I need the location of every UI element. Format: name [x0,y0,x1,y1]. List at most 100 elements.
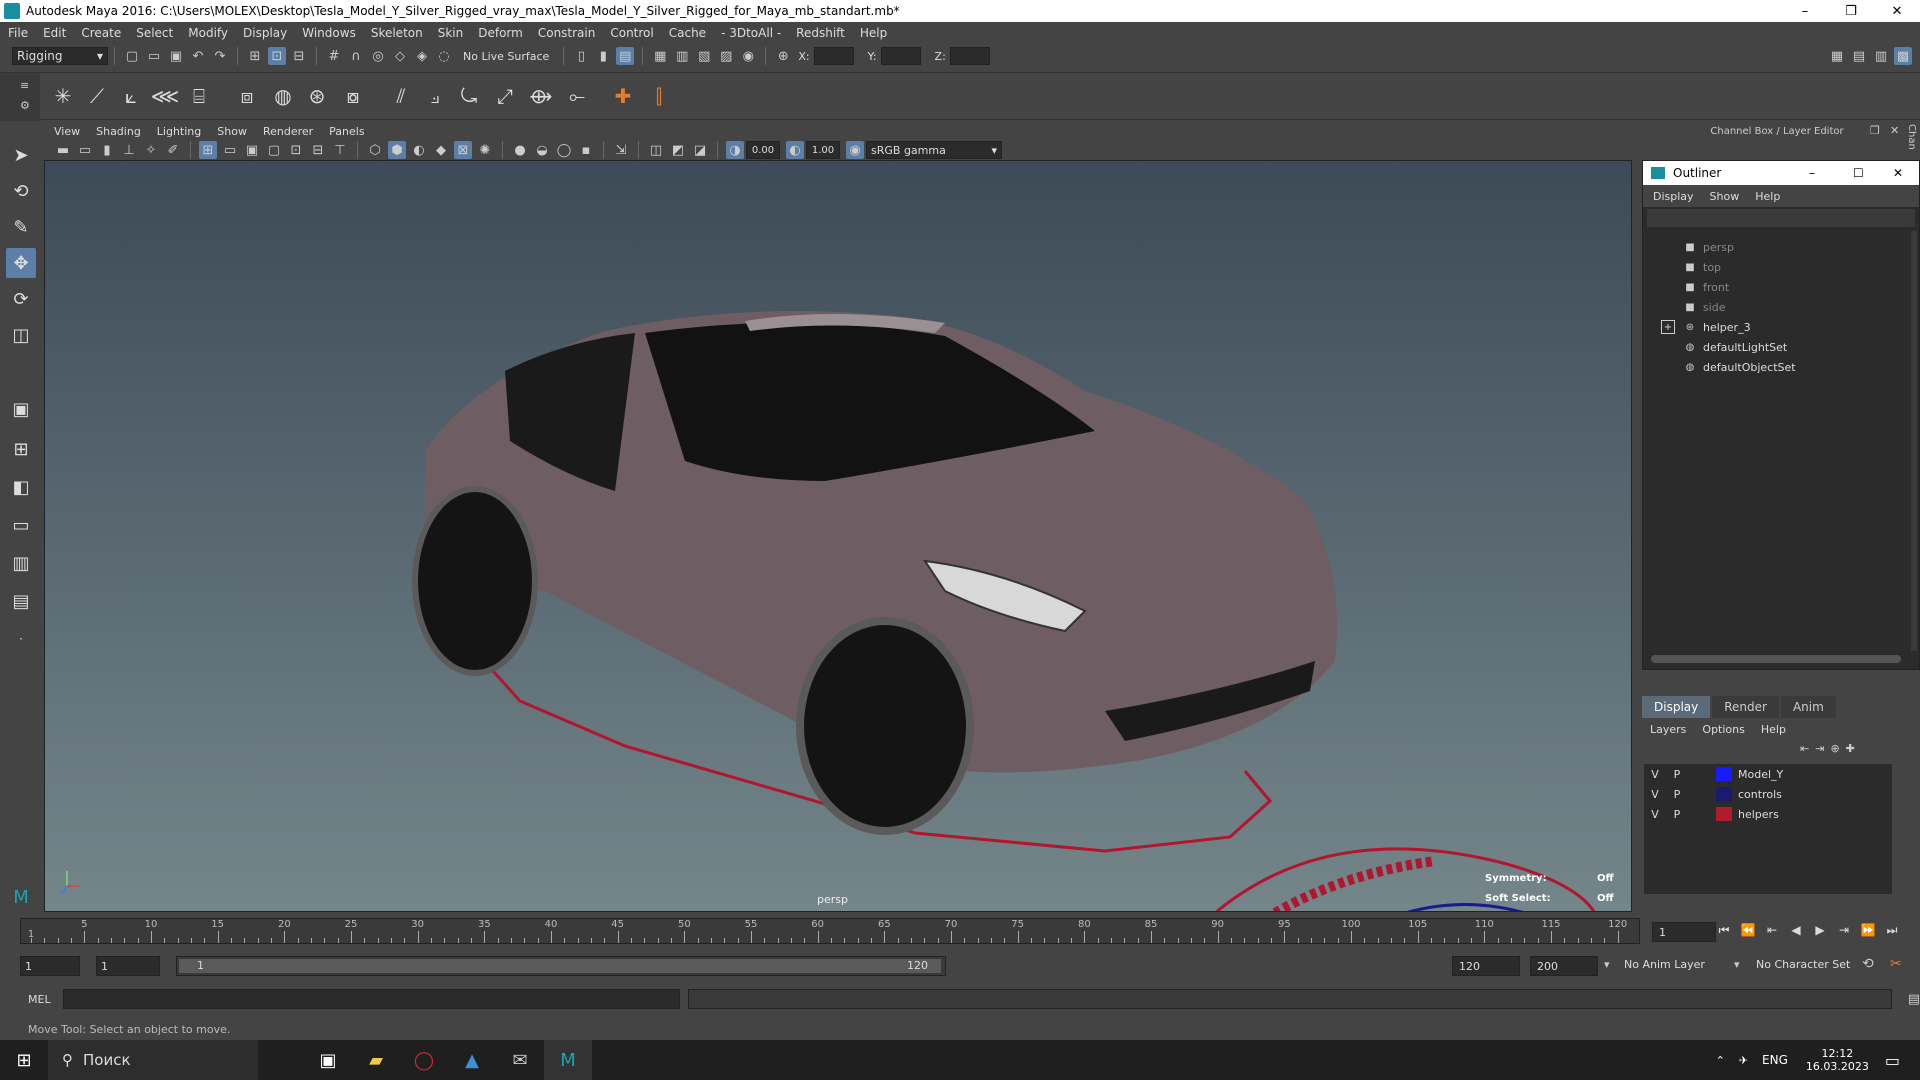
scale-constraint-icon[interactable]: ⤢ [490,81,520,111]
move-layer-up-icon[interactable]: ⇤ [1800,742,1809,755]
pole-vector-icon[interactable]: ⟜ [562,81,592,111]
screen-space-ao-icon[interactable]: ● [511,141,529,159]
outliner-horizontal-scrollbar[interactable] [1651,655,1901,663]
shelf-menu[interactable]: ≡ ⚙ [0,73,40,121]
gamma-field[interactable]: 1.00 [806,141,840,159]
menu-redshift[interactable]: Redshift [796,26,845,40]
outliner-item-helper-3[interactable]: + ⊛ helper_3 [1661,317,1751,337]
menu-help[interactable]: Help [860,26,887,40]
file-explorer-icon[interactable]: ▰ [352,1040,400,1080]
resolution-gate-icon[interactable]: ▣ [243,141,261,159]
go-to-start-icon[interactable]: ⏮ [1714,920,1734,940]
menu-deform[interactable]: Deform [478,26,523,40]
image-plane-icon[interactable]: ⊥ [120,141,138,159]
x-field[interactable] [813,47,854,65]
step-back-frame-icon[interactable]: ⏪ [1738,920,1758,940]
smooth-shade-icon[interactable]: ⬢ [388,141,406,159]
layer-row-model-y[interactable]: V P Model_Y [1644,764,1892,784]
lasso-tool-icon[interactable]: ⟲ [6,176,36,206]
float-panel-icon[interactable]: ❐ [1870,124,1880,137]
menu-edit[interactable]: Edit [43,26,66,40]
smooth-bind-icon[interactable]: ◍ [268,81,298,111]
new-scene-icon[interactable]: ▢ [123,47,141,65]
menu-cache[interactable]: Cache [669,26,706,40]
task-view-icon[interactable]: ▣ [304,1040,352,1080]
hypershade-layout-icon[interactable]: ▤ [6,586,36,616]
orient-joint-icon[interactable]: ⌸ [184,81,214,111]
ipr-render-icon[interactable]: ▧ [695,47,713,65]
layer-playback-toggle[interactable]: P [1666,808,1688,821]
go-to-end-icon[interactable]: ⏭ [1882,920,1902,940]
tab-display[interactable]: Display [1642,696,1711,718]
layers-menu-options[interactable]: Options [1702,723,1744,736]
add-attribute-icon[interactable]: ⫿ [644,81,674,111]
expand-icon[interactable]: + [1661,320,1675,334]
notification-icon[interactable]: ▭ [1885,1051,1900,1070]
render-view-icon[interactable]: ▦ [651,47,669,65]
panel-menu-show[interactable]: Show [217,125,247,138]
animation-start-field[interactable]: 1 [20,956,80,976]
outliner-item-default-object-set[interactable]: ◍ defaultObjectSet [1683,357,1796,377]
outliner-maximize-button[interactable]: ☐ [1853,166,1864,180]
bind-skin-icon[interactable]: ⧈ [232,81,262,111]
outliner-item-side[interactable]: ■ side [1683,297,1725,317]
safe-action-icon[interactable]: ⊟ [309,141,327,159]
multisample-aa-icon[interactable]: ◯ [555,141,573,159]
output-ops-icon[interactable]: ▮ [594,47,612,65]
color-management-icon[interactable]: ◉ [846,141,864,159]
menu-modify[interactable]: Modify [188,26,228,40]
shelf-settings-icon[interactable]: ⚙ [20,99,30,112]
exposure-icon[interactable]: ◑ [726,141,744,159]
menu-constrain[interactable]: Constrain [538,26,596,40]
custom-layout-icon[interactable]: · [6,624,36,654]
animation-preferences-icon[interactable]: ✂ [1890,956,1902,972]
panel-menu-panels[interactable]: Panels [329,125,364,138]
select-object-icon[interactable]: ⊡ [268,47,286,65]
current-frame-field[interactable]: 1 [1652,922,1716,942]
snap-grid-icon[interactable]: # [325,47,343,65]
tab-anim[interactable]: Anim [1780,696,1836,718]
menu-create[interactable]: Create [81,26,121,40]
outliner-menu-show[interactable]: Show [1710,190,1740,203]
snap-point-icon[interactable]: ◎ [369,47,387,65]
step-forward-key-icon[interactable]: ⇥ [1834,920,1854,940]
outliner-close-button[interactable]: ✕ [1893,166,1903,180]
outliner-item-persp[interactable]: ■ persp [1683,237,1734,257]
minimize-button[interactable]: – [1782,0,1828,22]
live-surface-label[interactable]: No Live Surface [463,50,549,63]
snap-curve-icon[interactable]: ∩ [347,47,365,65]
ik-handle-icon[interactable]: ⟋ [82,81,112,111]
outliner-menu-display[interactable]: Display [1653,190,1694,203]
step-back-key-icon[interactable]: ⇤ [1762,920,1782,940]
opera-browser-icon[interactable]: ◯ [400,1040,448,1080]
outliner-vertical-scrollbar[interactable] [1911,231,1917,651]
panel-menu-lighting[interactable]: Lighting [157,125,201,138]
shadows-icon[interactable]: ✺ [476,141,494,159]
layer-color-swatch[interactable] [1716,807,1732,821]
camera-select-icon[interactable]: ▬ [54,141,72,159]
input-ops-icon[interactable]: ▯ [572,47,590,65]
two-view-layout-icon[interactable]: ◧ [6,472,36,502]
script-language-toggle[interactable]: MEL [28,993,51,1006]
xray-active-icon[interactable]: ◩ [669,141,687,159]
camera-attributes-icon[interactable]: ▭ [76,141,94,159]
textured-icon[interactable]: ◆ [432,141,450,159]
menu-file[interactable]: File [8,26,28,40]
menu-windows[interactable]: Windows [302,26,356,40]
layer-visibility-toggle[interactable]: V [1644,768,1666,781]
select-component-icon[interactable]: ⊟ [290,47,308,65]
layer-color-swatch[interactable] [1716,787,1732,801]
range-slider-handle[interactable] [179,959,941,973]
viewport-persp[interactable]: persp Symmetry: Off Soft Select: Off [44,160,1632,912]
playback-start-field[interactable]: 1 [96,956,160,976]
make-live-icon[interactable]: ◌ [435,47,453,65]
2d-pan-zoom-icon[interactable]: ✧ [142,141,160,159]
motion-blur-icon[interactable]: ◒ [533,141,551,159]
layer-playback-toggle[interactable]: P [1666,788,1688,801]
menu-skeleton[interactable]: Skeleton [371,26,423,40]
locator-icon[interactable]: ✚ [608,81,638,111]
show-hidden-icons[interactable]: ⌃ [1716,1054,1725,1067]
shelf-menu-icon[interactable]: ≡ [20,79,29,92]
menu-3dtoall[interactable]: - 3DtoAll - [721,26,781,40]
rotate-tool-icon[interactable]: ⟳ [6,284,36,314]
